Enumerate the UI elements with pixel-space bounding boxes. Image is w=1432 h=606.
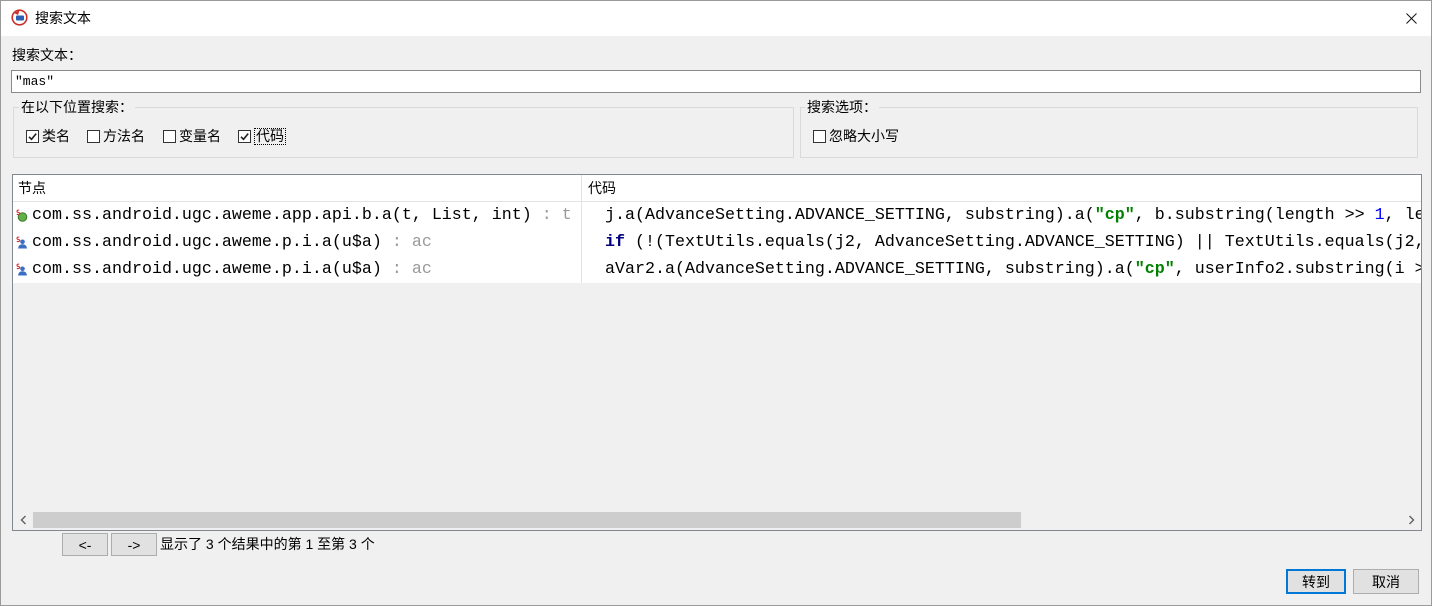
code-token: "cp": [1094, 206, 1135, 225]
code-token: 1: [1374, 206, 1385, 225]
scrollbar-thumb[interactable]: [33, 512, 1021, 528]
node-suffix: : ac: [381, 260, 432, 279]
code-token: , b.substring(length >>: [1134, 206, 1375, 225]
node-signature: com.ss.android.ugc.aweme.app.api.b.a(t, …: [32, 206, 532, 225]
code-label[interactable]: 代码: [254, 128, 286, 145]
results-status: 显示了 3 个结果中的第 1 至第 3 个: [160, 536, 375, 552]
code-cell: j.a(AdvanceSetting.ADVANCE_SETTING, subs…: [582, 202, 1421, 229]
node-suffix: : t: [531, 206, 572, 225]
node-signature: com.ss.android.ugc.aweme.p.i.a(u$a): [32, 233, 382, 252]
code-token: aVar2.a(AdvanceSetting.ADVANCE_SETTING, …: [605, 260, 1135, 279]
method-public-icon: [15, 209, 28, 222]
code-token: "cp": [1134, 260, 1175, 279]
code-token: if: [605, 233, 625, 252]
ignore-case-label[interactable]: 忽略大小写: [829, 127, 899, 145]
method-default-icon: [15, 236, 28, 249]
node-cell: com.ss.android.ugc.aweme.p.i.a(u$a) : ac: [13, 256, 582, 283]
search-text-label: 搜索文本：: [12, 47, 82, 63]
code-token: , userInfo2.substring(i >: [1174, 260, 1421, 279]
code-token: , le: [1384, 206, 1421, 225]
chevron-left-icon: [20, 515, 26, 525]
title-bar[interactable]: 搜索文本: [0, 0, 1432, 36]
variable-name-label[interactable]: 变量名: [179, 127, 221, 145]
table-row[interactable]: com.ss.android.ugc.aweme.p.i.a(u$a) : ac…: [13, 229, 1421, 256]
method-name-checkbox[interactable]: [87, 130, 100, 143]
class-name-label[interactable]: 类名: [42, 127, 70, 145]
search-input[interactable]: [11, 70, 1421, 93]
search-options-title: 搜索选项：: [805, 98, 879, 116]
close-icon: [1405, 12, 1417, 24]
table-body: com.ss.android.ugc.aweme.app.api.b.a(t, …: [13, 202, 1421, 283]
next-page-button[interactable]: ->: [111, 533, 157, 556]
close-button[interactable]: [1396, 4, 1426, 32]
table-row[interactable]: com.ss.android.ugc.aweme.p.i.a(u$a) : ac…: [13, 256, 1421, 283]
node-cell: com.ss.android.ugc.aweme.app.api.b.a(t, …: [13, 202, 582, 229]
results-table[interactable]: 节点 代码 com.ss.android.ugc.aweme.app.api.b…: [12, 174, 1422, 531]
column-header-code[interactable]: 代码: [582, 175, 1421, 201]
code-cell: if (!(TextUtils.equals(j2, AdvanceSettin…: [582, 229, 1421, 256]
code-checkbox[interactable]: [238, 130, 251, 143]
table-header: 节点 代码: [13, 175, 1421, 202]
variable-name-checkbox[interactable]: [163, 130, 176, 143]
scroll-right-button[interactable]: [1401, 510, 1421, 530]
jadx-logo-icon: [11, 9, 28, 26]
method-name-label[interactable]: 方法名: [103, 127, 145, 145]
scrollbar-track[interactable]: [33, 510, 1401, 530]
search-location-title: 在以下位置搜索：: [19, 98, 135, 116]
method-default-icon: [15, 263, 28, 276]
node-signature: com.ss.android.ugc.aweme.p.i.a(u$a): [32, 260, 382, 279]
cancel-button[interactable]: 取消: [1353, 569, 1419, 594]
code-token: j.a(AdvanceSetting.ADVANCE_SETTING, subs…: [605, 206, 1095, 225]
ignore-case-checkbox[interactable]: [813, 130, 826, 143]
code-cell: aVar2.a(AdvanceSetting.ADVANCE_SETTING, …: [582, 256, 1421, 283]
scroll-left-button[interactable]: [13, 510, 33, 530]
prev-page-button[interactable]: <-: [62, 533, 108, 556]
code-token: (!(TextUtils.equals(j2, AdvanceSetting.A…: [625, 233, 1421, 252]
table-row[interactable]: com.ss.android.ugc.aweme.app.api.b.a(t, …: [13, 202, 1421, 229]
chevron-right-icon: [1408, 515, 1414, 525]
window-title: 搜索文本: [35, 10, 91, 26]
node-cell: com.ss.android.ugc.aweme.p.i.a(u$a) : ac: [13, 229, 582, 256]
class-name-checkbox[interactable]: [26, 130, 39, 143]
node-suffix: : ac: [381, 233, 432, 252]
column-header-node[interactable]: 节点: [13, 175, 582, 201]
horizontal-scrollbar[interactable]: [13, 510, 1421, 530]
goto-button[interactable]: 转到: [1286, 569, 1346, 594]
